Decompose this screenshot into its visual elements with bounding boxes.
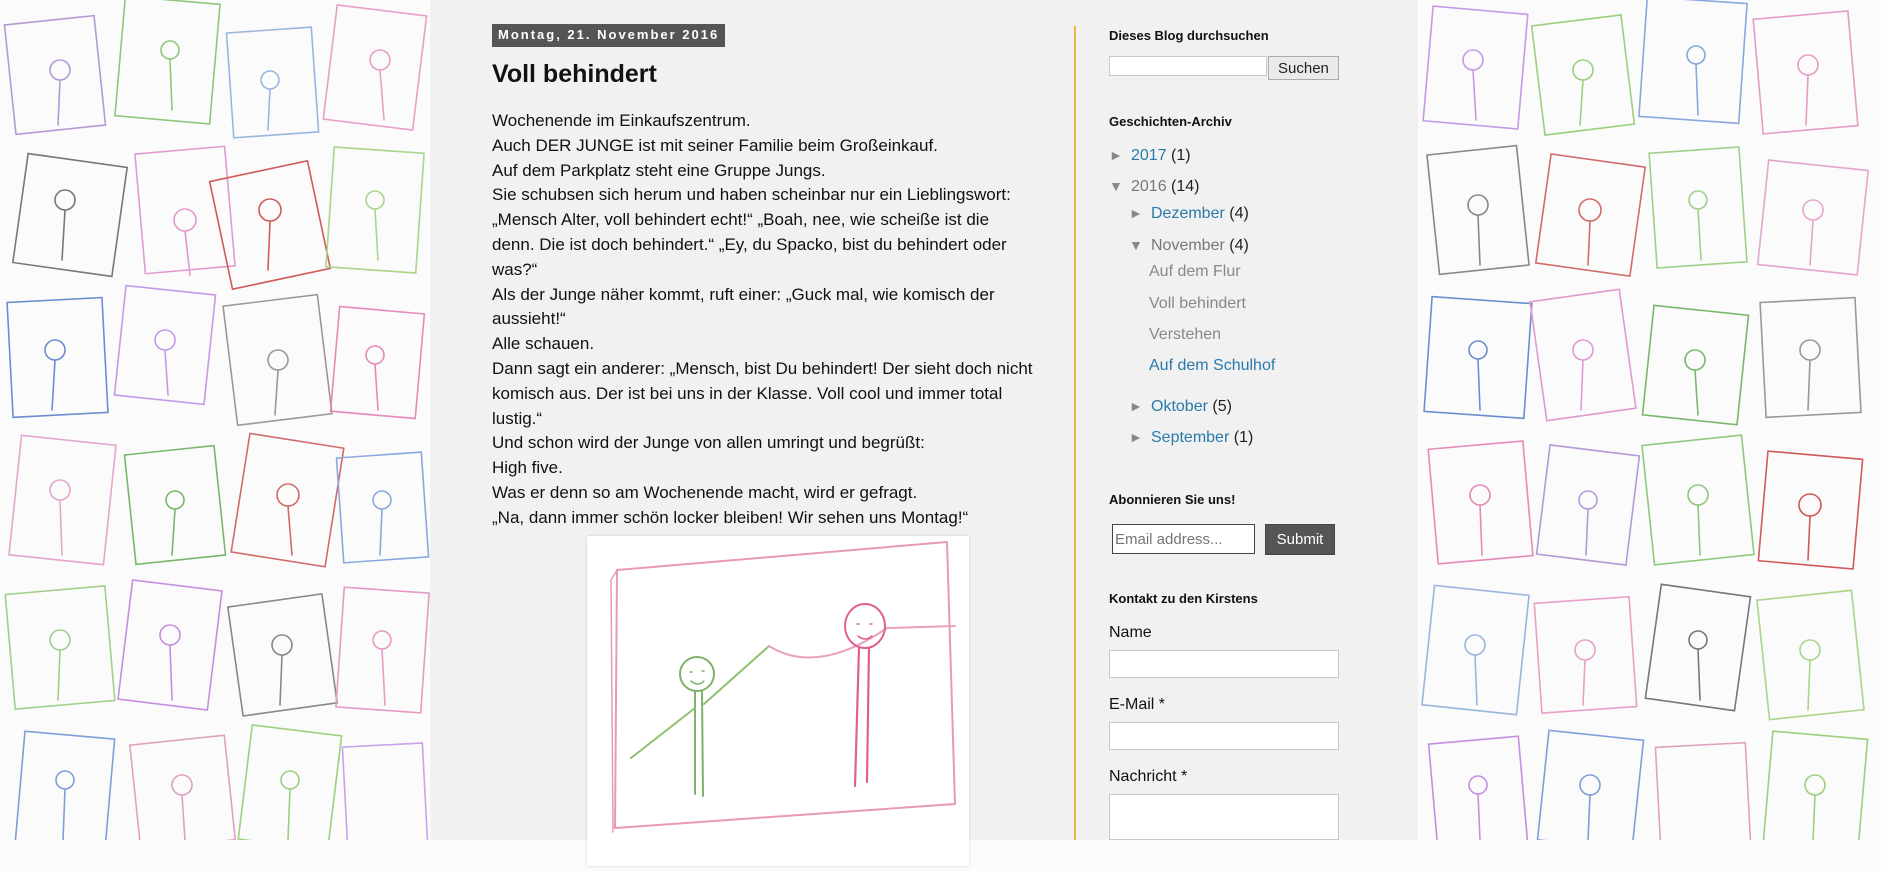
archive-count: (5): [1212, 398, 1232, 415]
post-body: Wochenende im Einkaufszentrum. Auch DER …: [492, 109, 1062, 531]
post-drawing-image[interactable]: [587, 536, 969, 866]
expand-arrow-icon[interactable]: ►: [1129, 203, 1151, 223]
post-line: Alle schauen.: [492, 334, 595, 354]
contact-email-label: E-Mail *: [1109, 696, 1166, 713]
post-title[interactable]: Voll behindert: [492, 59, 1062, 89]
blog-post: Montag, 21. November 2016 Voll behindert…: [492, 24, 1062, 866]
post-line: Dann sagt ein anderer: „Mensch, bist Du …: [492, 358, 1033, 378]
archive-post-link[interactable]: Auf dem Flur: [1149, 262, 1241, 282]
column-divider: [1074, 26, 1076, 840]
contact-name-field[interactable]: [1109, 650, 1339, 678]
archive-year-link[interactable]: 2017: [1131, 147, 1167, 164]
expand-arrow-icon[interactable]: ►: [1129, 427, 1151, 447]
post-line: „Mensch Alter, voll behindert echt!“ „Bo…: [492, 210, 990, 230]
post-line: Was er denn so am Wochenende macht, wird…: [492, 482, 918, 502]
archive-month-dezember: ► Dezember (4): [1129, 203, 1249, 223]
expand-arrow-icon[interactable]: ►: [1129, 396, 1151, 416]
main-content: Montag, 21. November 2016 Voll behindert…: [430, 0, 1418, 866]
post-line: komisch aus. Der ist bei uns in der Klas…: [492, 383, 1003, 403]
archive-month-september: ► September (1): [1129, 427, 1253, 447]
archive-year-2016: ▼ 2016 (14): [1109, 176, 1200, 196]
collapse-arrow-icon[interactable]: ▼: [1129, 235, 1151, 255]
post-line: aussieht!“: [492, 309, 566, 329]
subscribe-submit-button[interactable]: Submit: [1265, 524, 1335, 555]
archive-post-link[interactable]: Verstehen: [1149, 325, 1221, 345]
archive-month-link[interactable]: Dezember: [1151, 205, 1225, 222]
post-line: Sie schubsen sich herum und haben schein…: [492, 185, 1011, 205]
contact-email-field[interactable]: [1109, 722, 1339, 750]
contact-widget-title: Kontakt zu den Kirstens: [1109, 591, 1258, 606]
post-line: denn. Die ist doch behindert.“ „Ey, du S…: [492, 234, 1007, 254]
subscribe-widget-title: Abonnieren Sie uns!: [1109, 492, 1236, 507]
archive-count: (1): [1171, 147, 1191, 164]
archive-count: (1): [1233, 429, 1254, 446]
archive-month-oktober: ► Oktober (5): [1129, 396, 1232, 416]
post-line: lustig.“: [492, 408, 543, 428]
archive-month-link[interactable]: Oktober: [1151, 398, 1208, 415]
subscribe-email-input[interactable]: [1112, 524, 1255, 554]
archive-count: (14): [1171, 178, 1200, 195]
post-date-header: Montag, 21. November 2016: [492, 24, 726, 47]
search-button[interactable]: Suchen: [1268, 56, 1339, 80]
search-widget-title: Dieses Blog durchsuchen: [1109, 28, 1269, 43]
archive-count: (4): [1229, 237, 1249, 254]
archive-month-link[interactable]: November: [1151, 237, 1225, 254]
archive-year-link[interactable]: 2016: [1131, 178, 1167, 195]
post-line: Auf dem Parkplatz steht eine Gruppe Jung…: [492, 160, 826, 180]
archive-widget-title: Geschichten-Archiv: [1109, 114, 1232, 129]
contact-name-label: Name: [1109, 624, 1152, 641]
archive-month-november: ▼ November (4): [1129, 235, 1249, 255]
contact-message-label: Nachricht *: [1109, 768, 1188, 785]
child-drawing: [610, 541, 956, 833]
archive-count: (4): [1229, 205, 1249, 222]
post-line: Als der Junge näher kommt, ruft einer: „…: [492, 284, 995, 304]
archive-post-link[interactable]: Voll behindert: [1149, 294, 1246, 314]
post-line: High five.: [492, 458, 563, 478]
background-drawings-right: [1418, 0, 1881, 840]
background-drawings-left: [0, 0, 430, 840]
collapse-arrow-icon[interactable]: ▼: [1109, 176, 1131, 196]
post-line: „Na, dann immer schön locker bleiben! Wi…: [492, 507, 969, 527]
archive-month-link[interactable]: September: [1151, 429, 1229, 446]
post-line: Auch DER JUNGE ist mit seiner Familie be…: [492, 135, 938, 155]
post-line: Wochenende im Einkaufszentrum.: [492, 111, 751, 130]
contact-message-field[interactable]: [1109, 794, 1339, 840]
archive-post-link[interactable]: Auf dem Schulhof: [1149, 356, 1275, 376]
archive-year-2017: ► 2017 (1): [1109, 145, 1191, 165]
post-line: was?“: [492, 259, 538, 279]
search-input[interactable]: [1109, 56, 1267, 76]
expand-arrow-icon[interactable]: ►: [1109, 145, 1131, 165]
search-form: Suchen: [1109, 56, 1339, 80]
post-line: Und schon wird der Junge von allen umrin…: [492, 433, 925, 453]
